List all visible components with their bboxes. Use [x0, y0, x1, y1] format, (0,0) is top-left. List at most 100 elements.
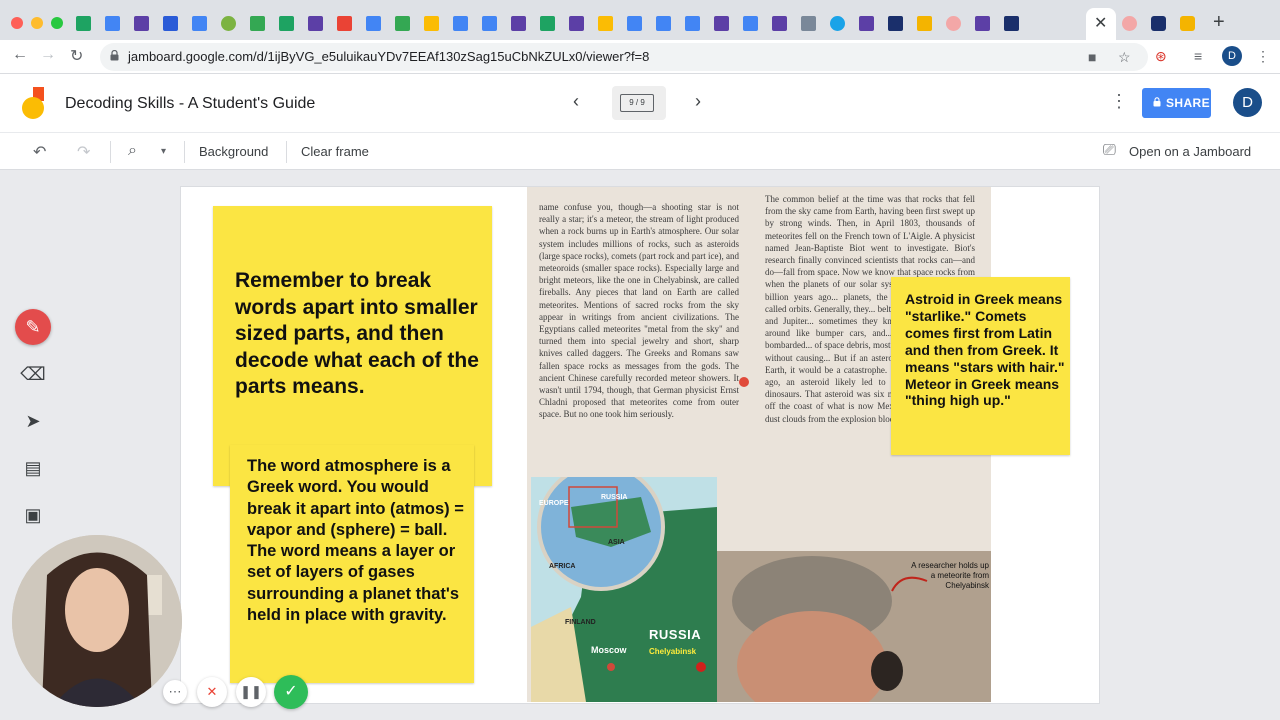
lock-icon — [1153, 97, 1161, 107]
forms-tab-icon[interactable] — [569, 16, 584, 31]
forms-tab-icon[interactable] — [308, 16, 323, 31]
sheets-tab-icon[interactable] — [76, 16, 91, 31]
word-tab-icon[interactable] — [163, 16, 178, 31]
window-close-button[interactable] — [11, 17, 23, 29]
camera-icon[interactable]: ■ — [1088, 49, 1096, 65]
map-label-europe: EUROPE — [539, 500, 569, 507]
sheets-tab-icon[interactable] — [279, 16, 294, 31]
forms-tab-icon[interactable] — [134, 16, 149, 31]
share-button[interactable]: SHARE — [1142, 88, 1211, 118]
map-label-russia-small: RUSSIA — [601, 494, 628, 501]
lock-icon — [110, 50, 119, 61]
star-icon[interactable]: ☆ — [1118, 49, 1131, 66]
extension-tab-icon[interactable] — [395, 16, 410, 31]
divider — [286, 141, 287, 163]
window-maximize-button[interactable] — [51, 17, 63, 29]
sticky-note-word-origins[interactable]: Astroid in Greek means "starlike." Comet… — [891, 277, 1070, 455]
gmail-tab-icon[interactable] — [337, 16, 352, 31]
sheets-tab-icon[interactable] — [540, 16, 555, 31]
sticky-note-atmosphere[interactable]: The word atmosphere is a Greek word. You… — [230, 445, 474, 683]
profile-avatar[interactable]: D — [1222, 46, 1242, 66]
close-tab-icon[interactable]: ✕ — [1094, 13, 1107, 33]
app-tab-icon[interactable] — [888, 16, 903, 31]
forms-tab-icon[interactable] — [859, 16, 874, 31]
map-graphic — [531, 463, 717, 702]
open-on-jamboard-icon[interactable]: ⎚ — [1103, 142, 1116, 160]
presenter-video — [12, 535, 182, 707]
laser-pointer-dot — [739, 377, 749, 387]
reload-icon[interactable]: ↻ — [70, 46, 83, 66]
docs-tab-icon[interactable] — [685, 16, 700, 31]
address-bar[interactable]: jamboard.google.com/d/1ijByVG_e5uluikauY… — [100, 43, 1148, 71]
back-arrow-icon[interactable]: ← — [12, 46, 28, 64]
pen-tool-icon[interactable]: ✎ — [15, 309, 51, 345]
tab-favicons — [76, 14, 1033, 34]
pause-icon[interactable]: ❚❚ — [236, 677, 266, 707]
docs-tab-icon[interactable] — [482, 16, 497, 31]
finish-recording-icon[interactable]: ✓ — [274, 675, 308, 709]
app-tab-icon[interactable] — [1004, 16, 1019, 31]
app-tab-icon[interactable] — [1122, 16, 1137, 31]
divider — [110, 141, 111, 163]
map-label-moscow: Moscow — [591, 645, 627, 655]
app-tab-icon[interactable] — [917, 16, 932, 31]
app-tab-icon[interactable] — [1180, 16, 1195, 31]
docs-tab-icon[interactable] — [743, 16, 758, 31]
docs-tab-icon[interactable] — [453, 16, 468, 31]
zoom-dropdown-icon[interactable]: ▾ — [161, 146, 166, 157]
media-icon[interactable]: ≡ — [1194, 48, 1202, 64]
open-on-jamboard-button[interactable]: Open on a Jamboard — [1129, 144, 1251, 159]
docs-tab-icon[interactable] — [656, 16, 671, 31]
app-tab-icon[interactable] — [830, 16, 845, 31]
frame-indicator[interactable]: 9 / 9 — [612, 86, 666, 120]
app-tab-icon[interactable] — [1151, 16, 1166, 31]
forms-tab-icon[interactable] — [511, 16, 526, 31]
url-text[interactable]: jamboard.google.com/d/1ijByVG_e5uluikauY… — [128, 49, 649, 64]
map-image: RUSSIA RUSSIA EUROPE ASIA AFRICA FINLAND… — [531, 463, 717, 702]
photo-caption: A researcher holds up a meteorite from C… — [911, 561, 989, 590]
docs-tab-icon[interactable] — [366, 16, 381, 31]
new-tab-icon[interactable]: + — [1213, 11, 1225, 34]
forms-tab-icon[interactable] — [975, 16, 990, 31]
undo-icon[interactable]: ↶ — [33, 142, 46, 162]
zoom-icon[interactable]: ⌕ — [128, 142, 137, 160]
select-pointer-icon[interactable]: ➤ — [18, 406, 48, 436]
share-label: SHARE — [1166, 96, 1211, 110]
forward-arrow-icon[interactable]: → — [40, 46, 56, 64]
redo-icon[interactable]: ↷ — [77, 142, 90, 162]
app-tab-icon[interactable] — [946, 16, 961, 31]
clear-frame-button[interactable]: Clear frame — [301, 144, 369, 159]
map-label-asia: ASIA — [608, 539, 625, 546]
extension-icon[interactable]: ⊛ — [1155, 48, 1167, 65]
drive-tab-icon[interactable] — [598, 16, 613, 31]
drive-tab-icon[interactable] — [424, 16, 439, 31]
background-button[interactable]: Background — [199, 144, 268, 159]
docs-tab-icon[interactable] — [192, 16, 207, 31]
jamboard-logo[interactable] — [20, 86, 46, 120]
frame-counter: 9 / 9 — [620, 94, 654, 112]
forms-tab-icon[interactable] — [714, 16, 729, 31]
image-icon[interactable]: ▣ — [18, 500, 48, 530]
app-tab-icon[interactable] — [801, 16, 816, 31]
divider — [184, 141, 185, 163]
menu-icon[interactable]: ⋮ — [1256, 48, 1270, 65]
map-label-chelyabinsk: Chelyabinsk — [649, 647, 697, 656]
sticky-note-icon[interactable]: ▤ — [18, 453, 48, 483]
eraser-icon[interactable]: ⌫ — [18, 359, 48, 389]
forms-tab-icon[interactable] — [772, 16, 787, 31]
webcam-bubble[interactable] — [12, 535, 182, 707]
more-options-icon[interactable]: ⋮ — [1110, 91, 1128, 112]
docs-tab-icon[interactable] — [627, 16, 642, 31]
cancel-recording-icon[interactable]: ✕ — [197, 677, 227, 707]
classroom-tab-icon[interactable] — [221, 16, 236, 31]
extension-tab-icon[interactable] — [250, 16, 265, 31]
sticky-note-text: Remember to break words apart into small… — [235, 269, 479, 398]
sticky-note-decoding-tip[interactable]: Remember to break words apart into small… — [213, 206, 492, 486]
docs-tab-icon[interactable] — [105, 16, 120, 31]
window-minimize-button[interactable] — [31, 17, 43, 29]
previous-frame-icon[interactable]: ‹ — [573, 91, 579, 112]
document-title[interactable]: Decoding Skills - A Student's Guide — [65, 95, 315, 113]
user-avatar[interactable]: D — [1233, 88, 1262, 117]
more-options-icon[interactable]: ⋯ — [163, 680, 187, 704]
next-frame-icon[interactable]: › — [695, 91, 701, 112]
